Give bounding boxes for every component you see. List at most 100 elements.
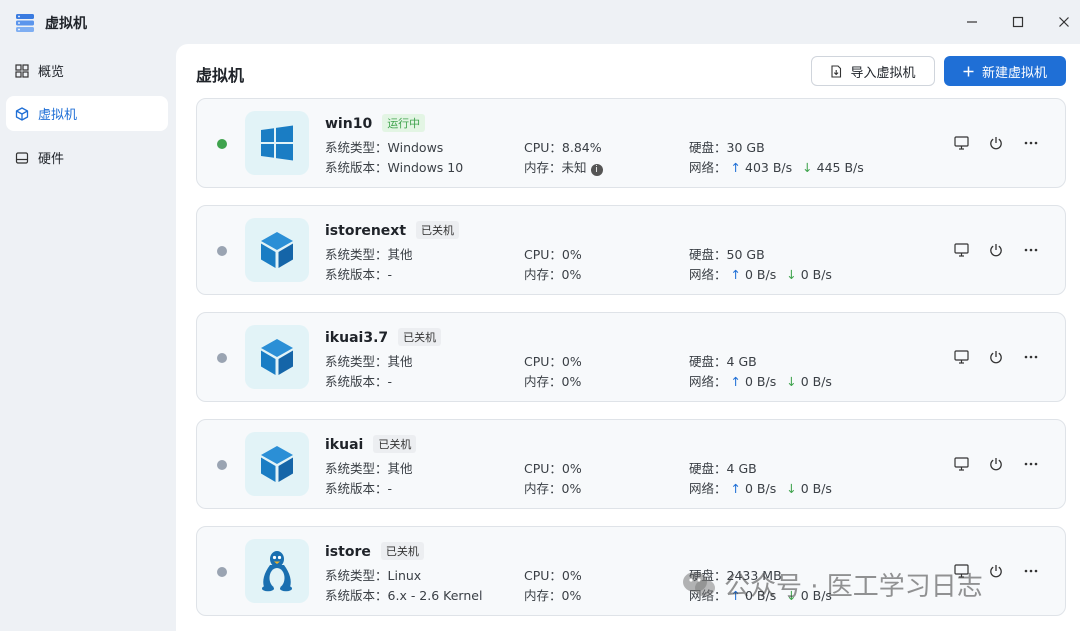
os-type: 系统类型：Linux [325, 565, 421, 584]
download-arrow-icon: ↓ [786, 374, 797, 389]
vm-card[interactable]: ikuai3.7 已关机 系统类型：其他 系统版本：- CPU：0% 内存：0% … [196, 312, 1066, 402]
vm-name[interactable]: win10 运行中 [325, 114, 426, 132]
grid-icon [14, 63, 30, 79]
os-type: 系统类型：其他 [325, 244, 413, 263]
watermark: 公众号 · 医工学习日志 [682, 566, 983, 603]
vm-name[interactable]: ikuai 已关机 [325, 435, 417, 453]
maximize-button[interactable] [1006, 10, 1030, 34]
more-button[interactable] [1021, 240, 1041, 260]
sidebar-item-label: 硬件 [38, 152, 65, 167]
power-button[interactable] [986, 347, 1006, 367]
vm-name[interactable]: istore 已关机 [325, 542, 424, 560]
os-type-label: 系统类型： [325, 140, 388, 155]
console-button[interactable] [951, 240, 971, 260]
monitor-icon [953, 457, 969, 471]
power-icon [990, 458, 1002, 471]
sidebar-item-label: 概览 [38, 65, 65, 80]
status-badge: 已关机 [416, 221, 460, 239]
power-button[interactable] [986, 240, 1006, 260]
os-version: 系统版本：- [325, 264, 392, 283]
more-button[interactable] [1021, 347, 1041, 367]
cpu-usage: CPU：0% [524, 458, 582, 477]
cpu-label: CPU： [524, 461, 562, 476]
memory-usage: 内存：未知 i [524, 157, 603, 176]
os-type: 系统类型：其他 [325, 458, 413, 477]
os-version-label: 系统版本： [325, 160, 388, 175]
network-label: 网络： [689, 160, 727, 175]
power-button[interactable] [986, 561, 1006, 581]
more-button[interactable] [1021, 133, 1041, 153]
sidebar-item-hardware[interactable]: 硬件 [6, 140, 168, 175]
import-icon [830, 64, 842, 78]
upload-value: 0 B/s [745, 267, 777, 282]
cpu-label: CPU： [524, 140, 562, 155]
vm-card[interactable]: ikuai 已关机 系统类型：其他 系统版本：- CPU：0% 内存：0% 硬盘：… [196, 419, 1066, 509]
network-speed: 网络：↑0 B/s↓0 B/s [689, 371, 832, 390]
os-version-value: - [387, 374, 393, 389]
memory-label: 内存： [524, 160, 562, 175]
more-icon [1024, 248, 1038, 252]
os-type-label: 系统类型： [325, 247, 388, 262]
cpu-label: CPU： [524, 568, 562, 583]
vm-name-text: win10 [325, 116, 373, 132]
sidebar-item-vms[interactable]: 虚拟机 [6, 96, 168, 131]
vm-card[interactable]: win10 运行中 系统类型：Windows 系统版本：Windows 10 CP… [196, 98, 1066, 188]
os-type-value: 其他 [387, 247, 413, 262]
console-button[interactable] [951, 133, 971, 153]
console-button[interactable] [951, 347, 971, 367]
more-icon [1024, 569, 1038, 573]
memory-value: 0% [561, 481, 582, 496]
disk-value: 30 GB [726, 140, 765, 155]
upload-arrow-icon: ↑ [730, 374, 741, 389]
cpu-usage: CPU：0% [524, 244, 582, 263]
network-label: 网络： [689, 267, 727, 282]
hard-drive-icon [14, 150, 30, 166]
os-type: 系统类型：Windows [325, 137, 443, 156]
vm-name-text: ikuai [325, 437, 364, 453]
monitor-icon [953, 350, 969, 364]
cube-icon [245, 218, 309, 282]
power-button[interactable] [986, 133, 1006, 153]
os-version: 系统版本：6.x - 2.6 Kernel [325, 585, 482, 604]
memory-value: 0% [561, 374, 582, 389]
os-version-value: - [387, 481, 393, 496]
more-button[interactable] [1021, 454, 1041, 474]
os-version-value: Windows 10 [387, 160, 464, 175]
network-speed: 网络： ↑ 403 B/s ↓ 445 B/s [689, 157, 864, 176]
windows-icon [245, 111, 309, 175]
status-dot [217, 139, 227, 149]
plus-icon [963, 66, 974, 77]
vm-name[interactable]: ikuai3.7 已关机 [325, 328, 442, 346]
power-icon [990, 137, 1002, 150]
minimize-button[interactable] [960, 10, 984, 34]
monitor-icon [953, 136, 969, 150]
os-type-value: 其他 [387, 354, 413, 369]
console-button[interactable] [951, 454, 971, 474]
info-icon[interactable]: i [590, 164, 603, 176]
memory-value: 0% [561, 588, 582, 603]
more-button[interactable] [1021, 561, 1041, 581]
server-icon [14, 12, 36, 34]
memory-value: 0% [561, 267, 582, 282]
main-content: 虚拟机 导入虚拟机 新建虚拟机 win10 运行中 系统类型：Windows 系统… [176, 44, 1080, 631]
power-button[interactable] [986, 454, 1006, 474]
upload-value: 0 B/s [745, 481, 777, 496]
import-vm-button[interactable]: 导入虚拟机 [811, 56, 935, 86]
new-vm-button[interactable]: 新建虚拟机 [944, 56, 1066, 86]
sidebar-item-overview[interactable]: 概览 [6, 53, 168, 88]
vm-name-text: istorenext [325, 223, 407, 239]
import-vm-label: 导入虚拟机 [850, 65, 916, 81]
cube-icon [245, 432, 309, 496]
vm-name[interactable]: istorenext 已关机 [325, 221, 460, 239]
os-version: 系统版本：Windows 10 [325, 157, 463, 176]
os-version-value: 6.x - 2.6 Kernel [387, 588, 483, 603]
cpu-value: 0% [561, 461, 582, 476]
network-label: 网络： [689, 374, 727, 389]
sidebar: 概览 虚拟机 硬件 [0, 44, 176, 631]
cpu-value: 8.84% [561, 140, 602, 155]
close-button[interactable] [1052, 10, 1076, 34]
status-badge: 已关机 [380, 542, 424, 560]
memory-label: 内存： [524, 588, 562, 603]
sidebar-item-label: 虚拟机 [38, 108, 78, 123]
vm-card[interactable]: istorenext 已关机 系统类型：其他 系统版本：- CPU：0% 内存：0… [196, 205, 1066, 295]
